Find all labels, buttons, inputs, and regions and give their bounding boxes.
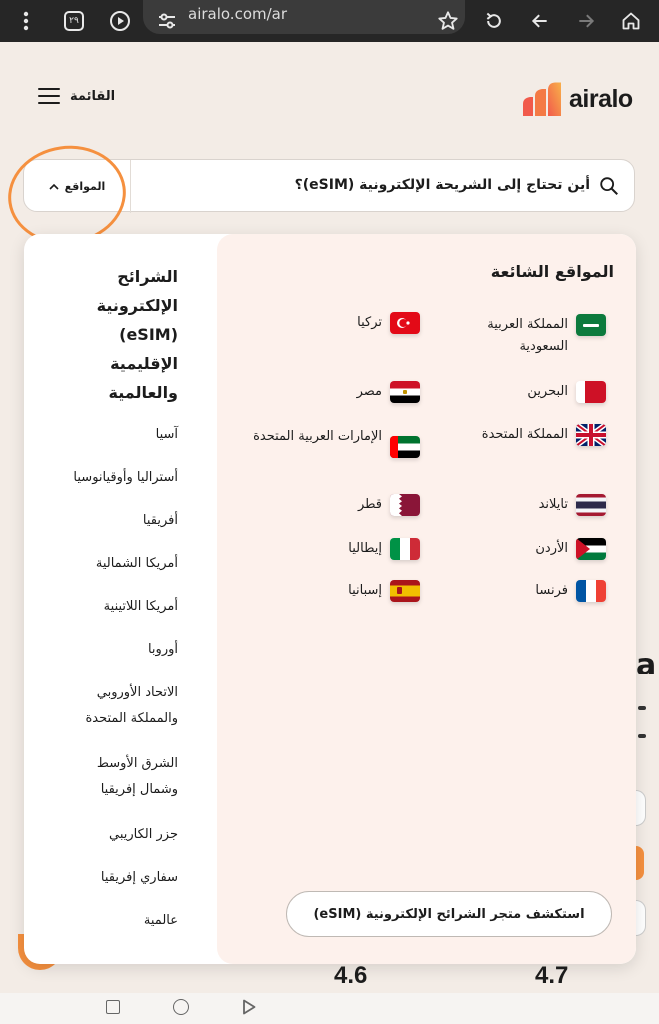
- country-name: الإمارات العربية المتحدة: [253, 429, 382, 444]
- background-card-fragment: [636, 790, 646, 826]
- region-link-australia-oceania[interactable]: أستراليا وأوقيانوسيا: [73, 465, 178, 491]
- country-name: الأردن: [535, 541, 568, 556]
- country-item-france[interactable]: فرنسا: [535, 580, 606, 602]
- country-name: إيطاليا: [348, 541, 382, 556]
- country-name: إسبانيا: [348, 583, 382, 598]
- region-link-asia[interactable]: آسيا: [156, 422, 178, 448]
- logo-text: airalo: [569, 84, 633, 113]
- country-item-italy[interactable]: إيطاليا: [348, 538, 420, 560]
- country-item-qatar[interactable]: قطر: [358, 494, 420, 516]
- home-button[interactable]: [173, 999, 189, 1015]
- region-link-africa[interactable]: أفريقيا: [143, 508, 178, 534]
- country-name: البحرين: [527, 384, 568, 399]
- home-icon[interactable]: [619, 0, 643, 42]
- region-link-north-america[interactable]: أمريكا الشمالية: [96, 551, 178, 577]
- country-item-bahrain[interactable]: البحرين: [527, 381, 606, 403]
- country-item-thailand[interactable]: تايلاند: [539, 494, 606, 516]
- region-link-europe[interactable]: أوروبا: [148, 637, 178, 663]
- italy-flag-icon: [390, 538, 420, 560]
- region-link-africa-safari[interactable]: سفاري إفريقيا: [101, 865, 178, 891]
- destinations-dropdown: المواقع الشائعة المملكة العربية السعودية…: [24, 234, 636, 964]
- country-item-turkey[interactable]: تركيا: [357, 312, 420, 334]
- reload-icon[interactable]: [482, 0, 506, 42]
- background-orange-button: [636, 846, 644, 880]
- back-arrow-icon[interactable]: [528, 0, 552, 42]
- region-link-middle-east-north-africa[interactable]: الشرق الأوسط وشمال إفريقيا: [68, 751, 178, 803]
- region-link-eu-uk[interactable]: الاتحاد الأوروبي والمملكة المتحدة: [68, 680, 178, 732]
- tab-switcher-button[interactable]: ٢٩: [60, 0, 88, 42]
- rating-value: 4.7: [535, 962, 569, 989]
- hamburger-icon: [38, 88, 60, 105]
- country-item-egypt[interactable]: مصر: [357, 381, 420, 403]
- rating-value: 4.6: [334, 962, 368, 989]
- background-heading-fragment: a: [636, 648, 657, 674]
- recent-apps-button[interactable]: [106, 1000, 120, 1014]
- country-item-saudi-arabia[interactable]: المملكة العربية السعودية: [473, 314, 606, 358]
- thailand-flag-icon: [576, 494, 606, 516]
- saudi-arabia-flag-icon: [576, 314, 606, 336]
- region-link-latin-america[interactable]: أمريكا اللاتينية: [104, 594, 178, 620]
- popular-destinations-title: المواقع الشائعة: [490, 262, 614, 281]
- background-card-fragment: [636, 900, 646, 936]
- jordan-flag-icon: [576, 538, 606, 560]
- spain-flag-icon: [390, 580, 420, 602]
- turkey-flag-icon: [390, 312, 420, 334]
- menu-button[interactable]: القائمة: [38, 88, 116, 105]
- regions-title: الشرائح الإلكترونية (eSIM) الإقليمية وال…: [96, 267, 178, 402]
- tab-count: ٢٩: [64, 11, 84, 31]
- country-item-uae[interactable]: الإمارات العربية المتحدة: [250, 426, 420, 458]
- background-text-fragment: [638, 706, 646, 710]
- country-name: قطر: [357, 497, 382, 512]
- country-name: المملكة العربية السعودية: [487, 317, 568, 354]
- country-item-spain[interactable]: إسبانيا: [348, 580, 420, 602]
- country-name: تايلاند: [538, 497, 568, 512]
- popular-destinations-section: المواقع الشائعة المملكة العربية السعودية…: [217, 234, 636, 964]
- france-flag-icon: [576, 580, 606, 602]
- qatar-flag-icon: [390, 494, 420, 516]
- region-link-global[interactable]: عالمية: [144, 908, 178, 934]
- country-name: تركيا: [357, 315, 382, 330]
- browser-toolbar: ٢٩ airalo.com/ar: [0, 0, 659, 42]
- search-input[interactable]: أين تحتاج إلى الشريحة الإلكترونية (eSIM)…: [295, 177, 590, 193]
- site-settings-icon[interactable]: [155, 0, 179, 42]
- background-text-fragment: [638, 734, 646, 738]
- forward-arrow-icon[interactable]: [574, 0, 598, 42]
- url-text[interactable]: airalo.com/ar: [188, 5, 287, 23]
- country-name: مصر: [356, 384, 382, 399]
- country-item-united-kingdom[interactable]: المملكة المتحدة: [482, 424, 606, 446]
- system-navigation-bar: [0, 993, 659, 1024]
- explore-esim-store-button[interactable]: استكشف متجر الشرائح الإلكترونية (eSIM): [286, 891, 612, 937]
- bahrain-flag-icon: [576, 381, 606, 403]
- country-item-jordan[interactable]: الأردن: [535, 538, 606, 560]
- search-icon: [600, 177, 618, 195]
- more-options-icon[interactable]: [14, 0, 38, 42]
- bookmark-star-icon[interactable]: [436, 0, 460, 42]
- back-button[interactable]: [242, 999, 256, 1015]
- airalo-logo[interactable]: airalo: [521, 82, 633, 116]
- united-kingdom-flag-icon: [576, 424, 606, 446]
- menu-label: القائمة: [70, 88, 116, 104]
- search-divider: [130, 160, 131, 213]
- uae-flag-icon: [390, 436, 420, 458]
- egypt-flag-icon: [390, 381, 420, 403]
- airalo-logo-icon: [523, 82, 561, 116]
- region-link-caribbean[interactable]: جزر الكاريبي: [109, 822, 178, 848]
- play-icon[interactable]: [106, 0, 134, 42]
- country-name: فرنسا: [535, 583, 568, 598]
- country-name: المملكة المتحدة: [481, 427, 568, 442]
